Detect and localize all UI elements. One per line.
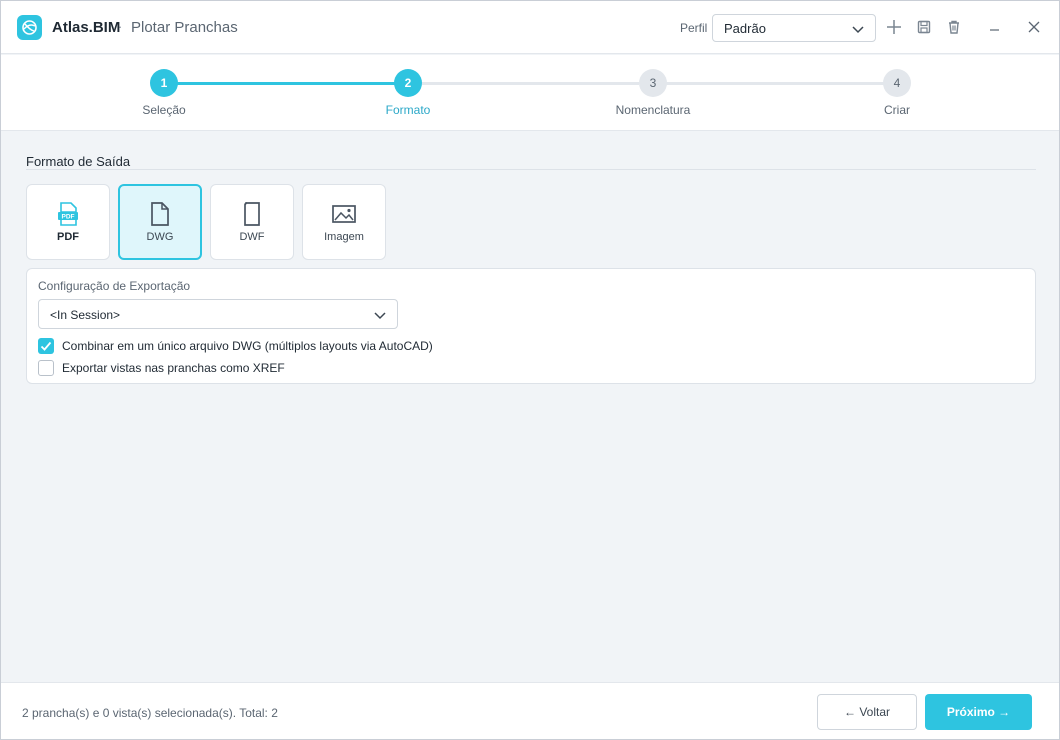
footer-bar: 2 prancha(s) e 0 vista(s) selecionada(s)… [1,682,1059,739]
title-separator: · [118,19,123,34]
atlas-globe-logo-icon [17,15,42,40]
app-window: Atlas.BIM · Plotar Pranchas Perfil Padrã… [0,0,1060,740]
step-2-label: Formato [385,103,431,117]
export-config-label: Configuração de Exportação [38,279,191,293]
step-4-circle[interactable]: 4 [883,69,911,97]
window-title: Plotar Pranchas [131,19,238,36]
step-connector-pending [422,82,639,85]
plus-icon[interactable] [885,18,903,36]
app-name: Atlas.BIM [52,19,121,36]
dwf-file-icon [244,202,260,226]
format-card-pdf[interactable]: PDF PDF [26,184,110,260]
step-3-label: Nomenclatura [615,103,691,117]
format-label-pdf: PDF [57,231,79,243]
combine-dwg-checkbox[interactable] [38,338,54,354]
format-label-imagem: Imagem [324,231,364,243]
export-setup-dropdown[interactable]: <In Session> [38,299,398,329]
format-card-dwf[interactable]: DWF [210,184,294,260]
profile-value: Padrão [724,21,766,36]
profile-dropdown[interactable]: Padrão [712,14,876,42]
chevron-down-icon [852,26,864,34]
minimize-icon[interactable] [986,18,1004,36]
combine-dwg-label[interactable]: Combinar em um único arquivo DWG (múltip… [62,339,433,353]
step-3-circle[interactable]: 3 [639,69,667,97]
step-connector-done [177,82,395,85]
export-xref-label[interactable]: Exportar vistas nas pranchas como XREF [62,361,285,375]
next-button[interactable]: Próximo → [925,694,1032,730]
back-button[interactable]: ← Voltar [817,694,917,730]
chevron-down-icon [374,312,386,320]
image-icon [332,205,356,223]
export-xref-checkbox[interactable] [38,360,54,376]
section-title: Formato de Saída [26,154,131,169]
step-1-circle[interactable]: 1 [150,69,178,97]
step-connector-pending [666,82,884,85]
pdf-file-icon: PDF [58,202,78,226]
save-icon[interactable] [915,18,933,36]
wizard-stepper: 1 Seleção 2 Formato 3 Nomenclatura 4 Cri… [1,55,1059,131]
trash-icon[interactable] [945,18,963,36]
step-4-label: Criar [884,103,910,117]
svg-text:PDF: PDF [62,213,75,220]
format-card-imagem[interactable]: Imagem [302,184,386,260]
format-card-dwg[interactable]: DWG [118,184,202,260]
profile-label: Perfil [680,21,708,35]
selection-status: 2 prancha(s) e 0 vista(s) selecionada(s)… [22,706,278,720]
checkmark-icon [40,341,52,351]
close-icon[interactable] [1025,18,1043,36]
export-setup-value: <In Session> [50,308,121,322]
format-label-dwf: DWF [239,231,265,243]
format-label-dwg: DWG [146,231,174,243]
dwg-file-icon [151,202,169,226]
step-2-circle[interactable]: 2 [394,69,422,97]
title-bar: Atlas.BIM · Plotar Pranchas Perfil Padrã… [1,1,1059,54]
export-config-panel: Configuração de Exportação <In Session> … [26,268,1036,384]
section-divider [26,169,1036,170]
step-1-label: Seleção [142,103,186,117]
